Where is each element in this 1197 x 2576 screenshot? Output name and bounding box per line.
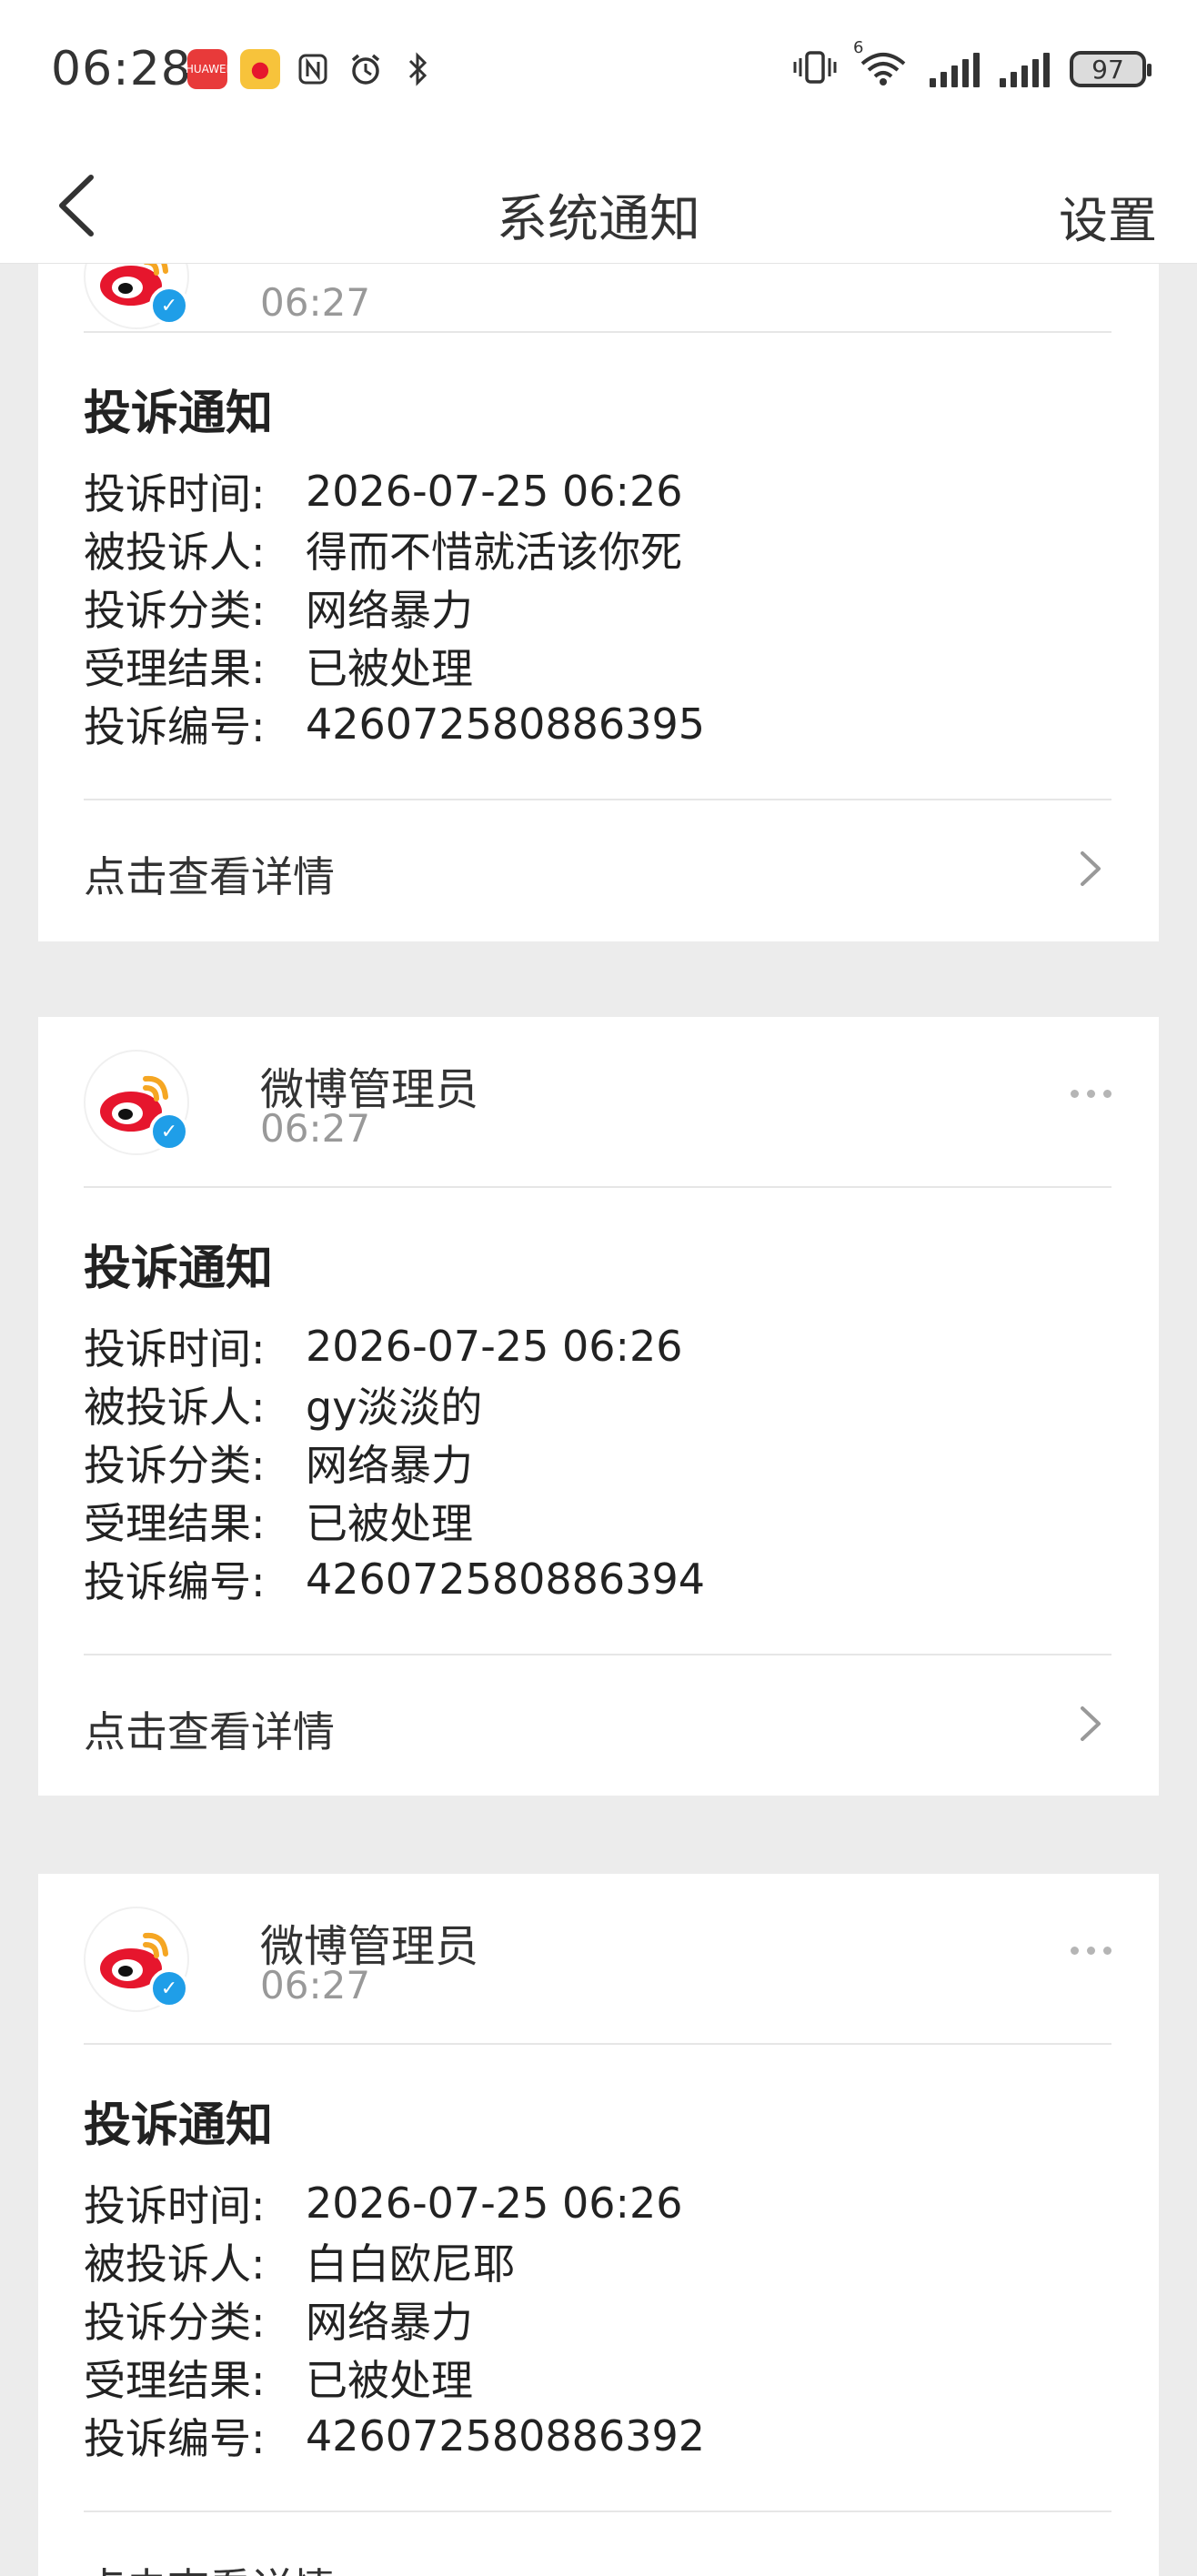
huawei-appgallery-icon: HUAWEI [186,49,229,89]
detail-label: 被投诉人: [84,2239,266,2289]
detail-label: 被投诉人: [84,528,266,577]
detail-value: 426072580886392 [306,2411,705,2460]
network-type: 6 [853,38,864,57]
detail-value: 已被处理 [306,644,473,693]
status-bar: 06:28 HUAWEI ● 6 97 [0,0,1197,146]
notification-card: ✓ 微博管理员 06:27 投诉通知 投诉时间: 2026-07-25 06:26… [38,1874,1159,2576]
weibo-icon: ● [240,49,280,89]
detail-label: 投诉时间: [84,1324,266,1374]
detail-value: 网络暴力 [306,1441,473,1490]
view-details-label: 点击查看详情 [84,1707,335,1756]
notification-title: 投诉通知 [84,1242,274,1296]
alarm-icon [346,49,386,89]
detail-row: 投诉编号: 426072580886395 [84,695,705,753]
notification-title: 投诉通知 [84,387,274,441]
verified-badge-icon: ✓ [149,286,189,326]
detail-row: 投诉分类: 网络暴力 [84,1434,705,1492]
detail-label: 受理结果: [84,1499,266,1548]
chevron-right-icon [1081,851,1101,886]
detail-row: 投诉编号: 426072580886392 [84,2407,705,2465]
detail-value: 已被处理 [306,2356,473,2405]
detail-row: 受理结果: 已被处理 [84,2349,705,2407]
detail-row: 投诉时间: 2026-07-25 06:26 [84,462,705,520]
settings-button[interactable]: 设置 [1059,180,1157,252]
view-details-link[interactable]: 点击查看详情 [84,2512,1112,2576]
notification-details: 投诉时间: 2026-07-25 06:26 被投诉人: gy淡淡的 投诉分类: 网络… [84,1317,705,1608]
more-options-icon[interactable] [1071,1947,1112,1955]
battery-icon: 97 [1070,51,1152,87]
card-header: ✓ 微博管理员 06:27 [84,1017,1112,1186]
divider [84,331,1112,333]
detail-row: 投诉分类: 网络暴力 [84,2290,705,2349]
signal-icon-sim1 [930,51,980,87]
status-time: 06:28 [51,42,192,96]
detail-row: 被投诉人: 得而不惜就活该你死 [84,520,705,579]
detail-row: 被投诉人: 白白欧尼耶 [84,2232,705,2290]
detail-value: 网络暴力 [306,586,473,635]
card-header: ✓ 微博管理员 06:27 [84,1874,1112,2043]
detail-label: 受理结果: [84,2356,266,2405]
notification-details: 投诉时间: 2026-07-25 06:26 被投诉人: 得而不惜就活该你死 投诉分… [84,462,705,753]
notification-title: 投诉通知 [84,2098,274,2153]
signal-icon-sim2 [1000,51,1050,87]
notification-details: 投诉时间: 2026-07-25 06:26 被投诉人: 白白欧尼耶 投诉分类: 网络… [84,2174,705,2465]
detail-value: 2026-07-25 06:26 [306,1322,683,1371]
nfc-icon [293,49,333,89]
detail-value: 2026-07-25 06:26 [306,2179,683,2228]
detail-label: 投诉编号: [84,2414,266,2463]
verified-badge-icon: ✓ [149,1968,189,2008]
detail-label: 投诉分类: [84,586,266,635]
detail-value: 网络暴力 [306,2298,473,2347]
more-options-icon[interactable] [1071,1090,1112,1098]
detail-value: 已被处理 [306,1499,473,1548]
chevron-right-icon [1081,1706,1101,1741]
detail-label: 投诉编号: [84,702,266,751]
message-time: 06:27 [260,1106,371,1151]
view-details-link[interactable]: 点击查看详情 [84,800,1112,937]
detail-value: gy淡淡的 [306,1383,483,1432]
detail-value: 426072580886395 [306,699,705,749]
detail-value: 得而不惜就活该你死 [306,528,682,577]
bluetooth-icon [398,49,438,89]
detail-label: 受理结果: [84,644,266,693]
detail-label: 被投诉人: [84,1383,266,1432]
detail-label: 投诉时间: [84,469,266,518]
nav-bar: 系统通知 设置 [0,146,1197,264]
detail-label: 投诉分类: [84,2298,266,2347]
vibrate-icon [793,49,837,89]
detail-row: 投诉编号: 426072580886394 [84,1550,705,1608]
view-details-link[interactable]: 点击查看详情 [84,1655,1112,1792]
page-title: 系统通知 [497,190,700,249]
detail-label: 投诉分类: [84,1441,266,1490]
notification-card: ✓ 微博管理员 06:27 投诉通知 投诉时间: 2026-07-25 06:26… [38,1017,1159,1796]
detail-row: 受理结果: 已被处理 [84,1492,705,1550]
detail-row: 投诉时间: 2026-07-25 06:26 [84,1317,705,1375]
view-details-label: 点击查看详情 [84,852,335,901]
status-right-icons: 6 97 [793,38,1152,91]
detail-value: 2026-07-25 06:26 [306,467,683,516]
wifi-icon: 6 [853,38,910,91]
detail-row: 被投诉人: gy淡淡的 [84,1375,705,1434]
detail-label: 投诉编号: [84,1557,266,1606]
verified-badge-icon: ✓ [149,1112,189,1152]
message-time: 06:27 [260,280,371,325]
detail-row: 投诉分类: 网络暴力 [84,579,705,637]
divider [84,1186,1112,1188]
message-time: 06:27 [260,1963,371,2007]
detail-row: 受理结果: 已被处理 [84,637,705,695]
divider [84,2043,1112,2045]
detail-value: 白白欧尼耶 [306,2239,515,2289]
view-details-label: 点击查看详情 [84,2556,335,2576]
detail-value: 426072580886394 [306,1555,705,1604]
detail-label: 投诉时间: [84,2181,266,2230]
detail-row: 投诉时间: 2026-07-25 06:26 [84,2174,705,2232]
status-app-icons: HUAWEI ● [186,49,438,89]
